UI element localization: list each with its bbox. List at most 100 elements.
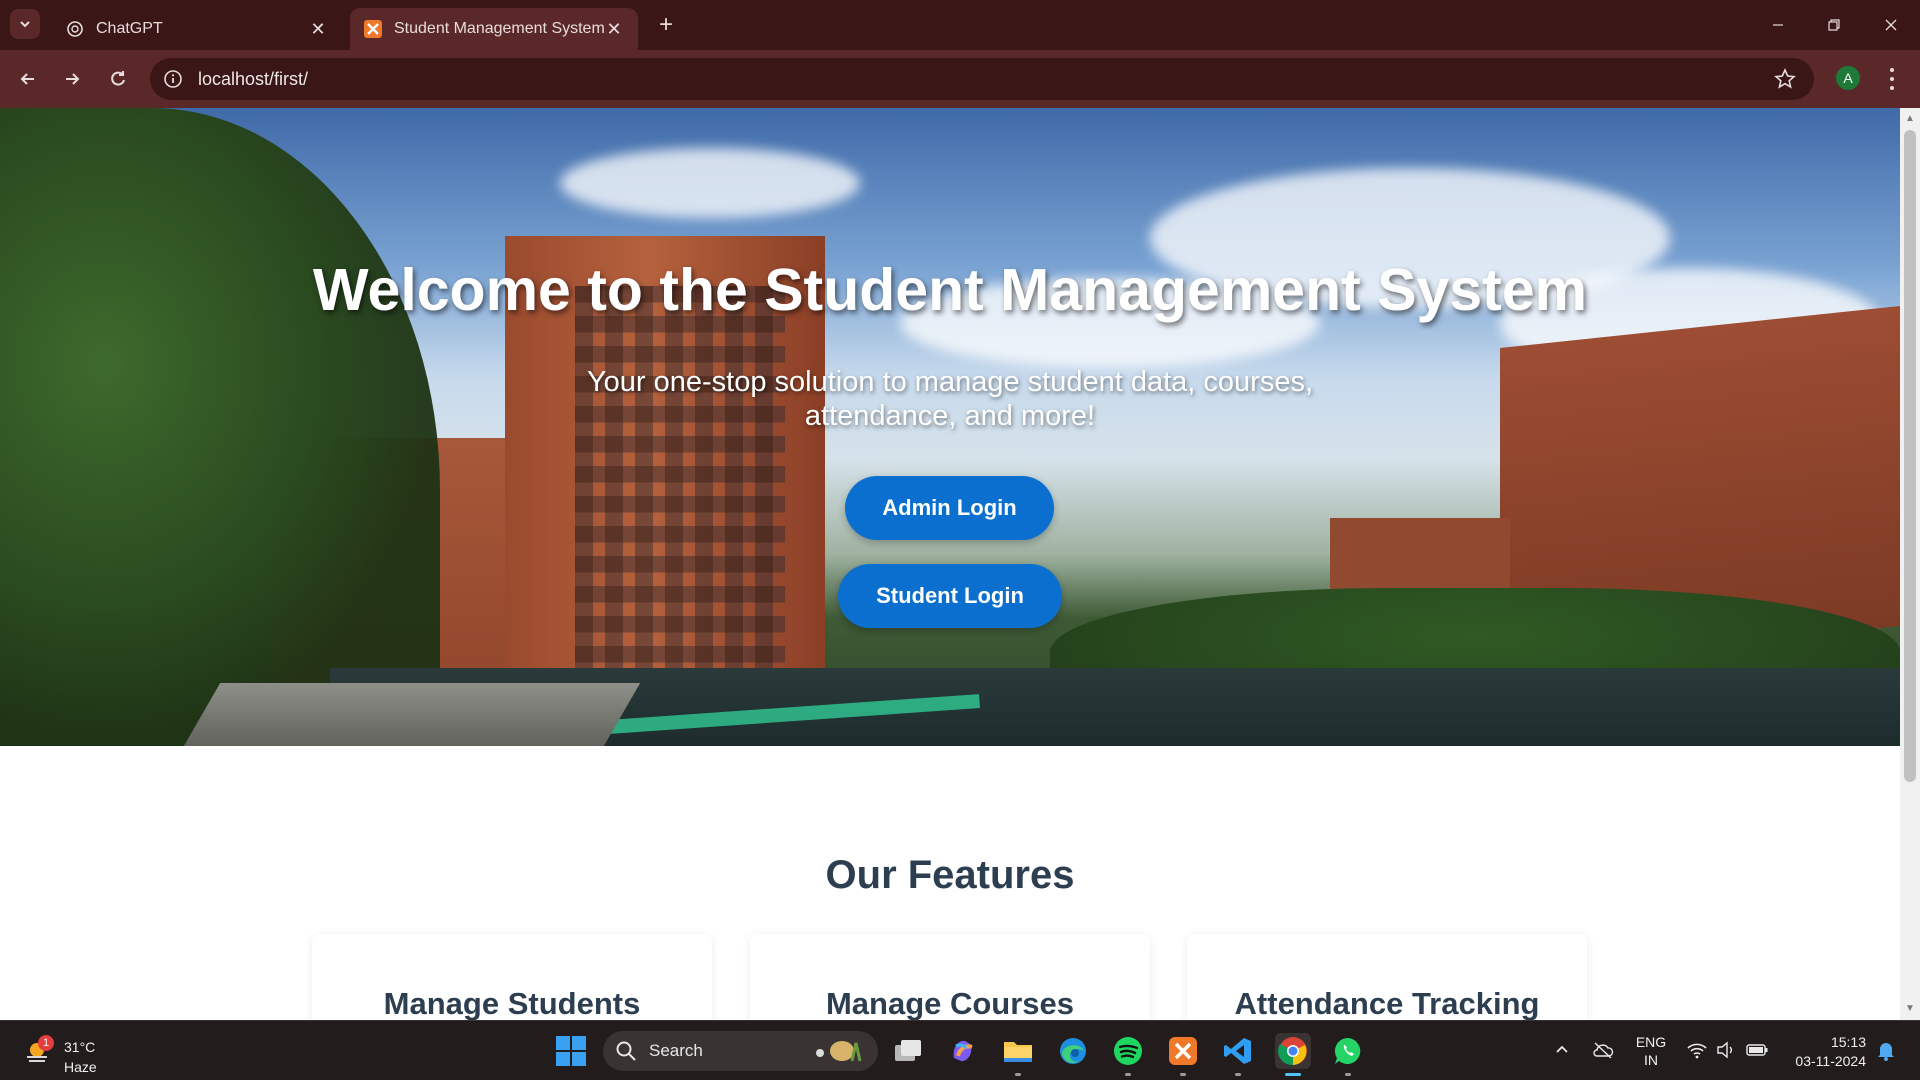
reload-icon — [111, 71, 125, 86]
feature-card-manage-courses: Manage Courses — [750, 934, 1150, 1020]
edge-icon — [1060, 1038, 1086, 1064]
tab-title: ChatGPT — [96, 20, 163, 37]
tab-strip: ChatGPT ✕ Student Management System - ✕ … — [0, 0, 1920, 50]
region-code: IN — [1644, 1052, 1658, 1068]
address-bar[interactable]: localhost/first/ — [150, 58, 1814, 100]
tab-title: Student Management System - — [394, 20, 604, 37]
whatsapp-icon — [1334, 1037, 1361, 1064]
running-indicator — [1180, 1073, 1186, 1076]
site-info-icon[interactable] — [162, 68, 184, 90]
search-icon — [615, 1040, 637, 1062]
copilot-icon — [953, 1040, 973, 1062]
taskbar-search[interactable]: Search — [603, 1031, 878, 1071]
vscode-icon — [1224, 1038, 1251, 1064]
notification-bell-icon[interactable] — [1876, 1040, 1896, 1062]
restore-icon — [1828, 19, 1840, 31]
forward-button[interactable] — [58, 65, 86, 93]
dot — [1890, 68, 1894, 73]
battery-icon — [1746, 1044, 1768, 1056]
cloud-offline-icon — [1593, 1042, 1614, 1059]
taskbar-task-view[interactable] — [890, 1033, 926, 1069]
chevron-up-icon — [1556, 1045, 1568, 1053]
taskbar-file-explorer[interactable] — [1000, 1033, 1036, 1076]
page-scrollbar[interactable]: ▲ ▼ — [1900, 108, 1920, 1020]
arrow-left-icon — [20, 73, 34, 85]
folder-icon — [1004, 1042, 1032, 1062]
clock-date: 03-11-2024 — [1795, 1053, 1866, 1069]
language-indicator[interactable]: ENG IN — [1634, 1033, 1668, 1069]
close-icon[interactable]: ✕ — [604, 19, 624, 39]
scrollbar-thumb[interactable] — [1904, 130, 1916, 782]
browser-menu-button[interactable] — [1880, 66, 1904, 92]
weather-temp: 31°C — [64, 1039, 96, 1055]
taskbar-spotify[interactable] — [1110, 1033, 1146, 1076]
feature-card-attendance-tracking: Attendance Tracking — [1187, 934, 1587, 1020]
task-view-icon — [895, 1040, 921, 1061]
windows-taskbar: 1 31°C Haze Search ENG IN 15:13 03-11-20… — [0, 1020, 1920, 1080]
show-hidden-icons-button[interactable] — [1551, 1039, 1573, 1061]
arrow-right-icon — [66, 73, 80, 85]
new-tab-button[interactable]: + — [652, 11, 680, 39]
xampp-icon — [1169, 1037, 1197, 1065]
tab-student-management[interactable]: Student Management System - ✕ — [350, 8, 638, 50]
hero-section: Welcome to the Student Management System… — [0, 108, 1900, 746]
building-windows — [575, 286, 785, 696]
taskbar-whatsapp[interactable] — [1330, 1033, 1366, 1076]
cloud-decoration — [560, 148, 860, 218]
feature-card-manage-students: Manage Students — [312, 934, 712, 1020]
dot — [1890, 85, 1894, 90]
weather-condition: Haze — [64, 1059, 97, 1075]
trees-left — [0, 108, 440, 746]
url-text[interactable]: localhost/first/ — [198, 69, 308, 90]
tab-chatgpt[interactable]: ChatGPT ✕ — [52, 8, 342, 50]
close-icon — [1885, 19, 1897, 31]
taskbar-copilot[interactable] — [945, 1033, 981, 1069]
hero-title: Welcome to the Student Management System — [312, 257, 1588, 323]
system-clock[interactable]: 15:13 03-11-2024 — [1782, 1033, 1866, 1071]
browser-toolbar: localhost/first/ A — [0, 50, 1920, 108]
chrome-icon — [1278, 1037, 1307, 1066]
admin-login-button[interactable]: Admin Login — [845, 476, 1054, 540]
network-tray[interactable] — [1686, 1039, 1708, 1061]
scroll-down-arrow-icon[interactable]: ▼ — [1904, 1004, 1916, 1014]
feature-card-title: Manage Courses — [825, 986, 1075, 1020]
windows-logo-pane — [572, 1036, 586, 1050]
spotify-icon — [1114, 1037, 1142, 1065]
back-button[interactable] — [14, 65, 42, 93]
page-viewport: Welcome to the Student Management System… — [0, 108, 1900, 1020]
active-indicator — [1285, 1073, 1301, 1076]
student-login-button[interactable]: Student Login — [838, 564, 1062, 628]
dot — [1890, 76, 1894, 81]
feature-card-title: Manage Students — [383, 986, 641, 1020]
chevron-down-icon — [20, 21, 30, 28]
hero-subtitle: Your one-stop solution to manage student… — [586, 366, 1314, 432]
search-highlight-icon — [812, 1037, 868, 1065]
weather-widget[interactable]: 1 31°C Haze — [22, 1029, 112, 1075]
start-button[interactable] — [556, 1036, 586, 1066]
chatgpt-icon — [66, 20, 84, 38]
taskbar-edge[interactable] — [1055, 1033, 1091, 1069]
close-window-button[interactable] — [1871, 8, 1911, 42]
reload-button[interactable] — [104, 65, 132, 93]
onedrive-tray[interactable] — [1592, 1039, 1614, 1061]
windows-logo-pane — [572, 1052, 586, 1066]
weather-badge: 1 — [38, 1035, 54, 1051]
battery-tray[interactable] — [1746, 1039, 1768, 1061]
feature-card-title: Attendance Tracking — [1234, 986, 1540, 1020]
volume-tray[interactable] — [1715, 1039, 1737, 1061]
restore-button[interactable] — [1814, 8, 1854, 42]
bookmark-star-icon[interactable] — [1774, 68, 1796, 90]
stone-path — [179, 683, 641, 746]
running-indicator — [1015, 1073, 1021, 1076]
language-code: ENG — [1635, 1034, 1667, 1050]
clock-time: 15:13 — [1830, 1034, 1866, 1050]
taskbar-vscode[interactable] — [1220, 1033, 1256, 1076]
scroll-up-arrow-icon[interactable]: ▲ — [1904, 114, 1916, 124]
minimize-button[interactable] — [1758, 8, 1798, 42]
profile-avatar[interactable]: A — [1836, 66, 1860, 90]
close-icon[interactable]: ✕ — [308, 19, 328, 39]
tab-search-button[interactable] — [10, 9, 40, 39]
features-heading: Our Features — [825, 853, 1075, 897]
taskbar-xampp[interactable] — [1165, 1033, 1201, 1076]
taskbar-chrome[interactable] — [1275, 1033, 1311, 1076]
